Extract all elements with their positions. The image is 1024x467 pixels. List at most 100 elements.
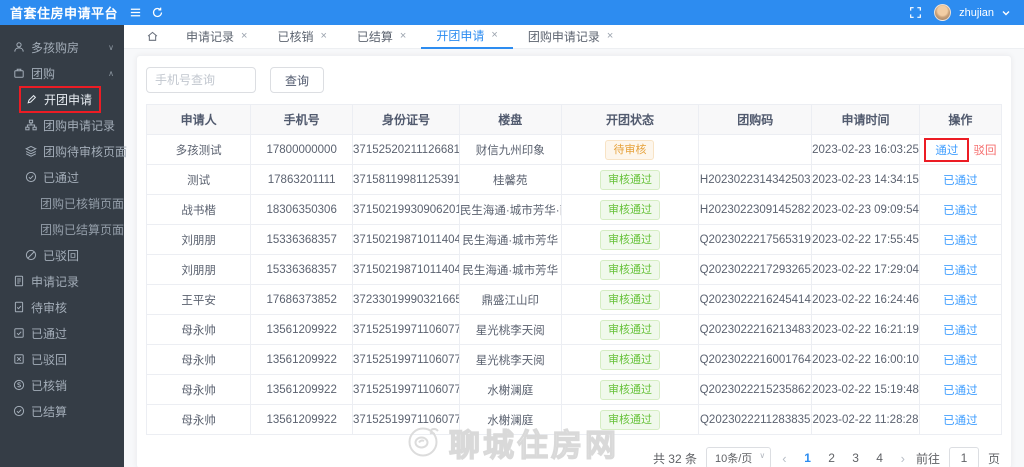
sidebar-item[interactable]: 已结算 (0, 398, 124, 424)
close-icon[interactable]: × (491, 30, 497, 41)
user-name[interactable]: zhujian (959, 7, 994, 19)
chevron-down-icon: ∨ (108, 42, 114, 52)
phone-search-input[interactable] (146, 67, 256, 93)
page-number-2[interactable]: 2 (822, 451, 842, 465)
refresh-icon[interactable] (146, 0, 168, 25)
tab-申请记录[interactable]: 申请记录 × (171, 25, 262, 49)
cell-actions: 已通过 (918, 194, 1003, 225)
table-row: 母永帅 13561209922 371525199711060772 水榭澜庭 审核通过… (145, 374, 1003, 405)
page-jump-input[interactable] (948, 447, 979, 467)
approve-link[interactable]: 已通过 (943, 205, 978, 217)
sidebar-item-wrap: 多孩购房 (13, 39, 79, 56)
sidebar-item[interactable]: 团购已核销页面 (0, 190, 124, 216)
box-icon (13, 67, 25, 79)
cell-status: 待审核 (560, 134, 700, 165)
sidebar-item-label: 已结算 (31, 404, 68, 419)
hamburger-menu-icon[interactable] (124, 0, 146, 25)
fullscreen-icon[interactable] (904, 0, 926, 25)
sidebar-item[interactable]: 已通过 (0, 164, 124, 190)
approve-link[interactable]: 已通过 (943, 295, 978, 307)
page-size-select[interactable]: 10条/页 ∨ (705, 447, 772, 467)
sidebar-item[interactable]: 已核销 (0, 372, 124, 398)
approve-link[interactable]: 已通过 (943, 385, 978, 397)
status-badge: 待审核 (605, 139, 655, 160)
search-button[interactable]: 查询 (270, 67, 325, 93)
sidebar-item[interactable]: 开团申请 (0, 85, 124, 113)
app-header: 首套住房申请平台 zhujian (0, 0, 1024, 25)
chevron-down-icon[interactable] (1002, 4, 1010, 22)
reject-link[interactable]: 驳回 (974, 145, 997, 157)
approve-link[interactable]: 已通过 (943, 175, 978, 187)
sidebar-item-label: 团购已结算页面 (40, 222, 125, 237)
cell-applicant: 王平安 (145, 284, 252, 315)
prev-page-button[interactable]: ‹ (780, 451, 788, 466)
cell-time: 2023-02-22 16:00:10 (811, 344, 920, 375)
sidebar-item[interactable]: 团购 ∧ (0, 60, 124, 86)
status-badge: 审核通过 (599, 379, 660, 400)
sidebar-item[interactable]: 已驳回 (0, 242, 124, 268)
cell-code: Q2023022216001764 (698, 344, 813, 375)
table-row: 王平安 17686373852 372330199903216656 鼎盛江山印 审核通… (145, 284, 1003, 315)
close-icon[interactable]: × (607, 31, 613, 42)
tab-home[interactable] (134, 30, 171, 43)
sidebar-item-wrap: 已通过 (13, 325, 67, 342)
cell-phone: 17863201111 (250, 164, 354, 195)
column-header: 团购码 (698, 104, 813, 135)
tab-已结算[interactable]: 已结算 × (342, 25, 421, 49)
sidebar-item-label: 已通过 (43, 170, 80, 185)
table-row: 多孩测试 17800000000 37152520211126681X 财信九州印象 待… (145, 134, 1003, 165)
sidebar-item-label: 已通过 (31, 326, 68, 341)
sidebar-item[interactable]: 已驳回 (0, 346, 124, 372)
cell-code: H2023022309145282 (698, 194, 813, 225)
cell-time: 2023-02-22 11:28:28 (811, 404, 920, 435)
cell-id_number: 371525199711060772 (352, 374, 460, 405)
cell-building: 鼎盛江山印 (458, 284, 562, 315)
sidebar-item[interactable]: 多孩购房 ∨ (0, 34, 124, 60)
cell-time: 2023-02-22 16:21:19 (811, 314, 920, 345)
sidebar-item[interactable]: 申请记录 (0, 268, 124, 294)
tab-开团申请[interactable]: 开团申请 × (421, 25, 513, 49)
approve-link[interactable]: 通过 (935, 145, 958, 157)
cell-status: 审核通过 (560, 164, 700, 195)
layers-icon (25, 145, 37, 157)
approve-link[interactable]: 已通过 (943, 355, 978, 367)
cell-actions: 已通过 (918, 284, 1003, 315)
sidebar-item-label: 已核销 (31, 378, 68, 393)
cell-phone: 15336368357 (250, 254, 354, 285)
page-number-3[interactable]: 3 (846, 451, 866, 465)
close-icon[interactable]: × (400, 31, 406, 42)
cell-actions: 已通过 (918, 224, 1003, 255)
cell-applicant: 战书楷 (145, 194, 252, 225)
cell-time: 2023-02-22 16:24:46 (811, 284, 920, 315)
approve-link[interactable]: 已通过 (943, 265, 978, 277)
close-icon[interactable]: × (241, 31, 247, 42)
tab-团购申请记录[interactable]: 团购申请记录 × (513, 25, 628, 49)
cell-id_number: 37152520211126681X (352, 134, 460, 165)
page-number-1[interactable]: 1 (798, 451, 818, 465)
close-icon[interactable]: × (320, 31, 326, 42)
sidebar-item[interactable]: 团购申请记录 (0, 112, 124, 138)
cell-building: 星光桃李天阅 (458, 314, 562, 345)
sidebar-item[interactable]: 待审核 (0, 294, 124, 320)
cell-building: 水榭澜庭 (458, 374, 562, 405)
sidebar-item-wrap: 已核销 (13, 377, 67, 394)
pagination: 共 32 条 10条/页 ∨ ‹ 1234 › 前往 页 (146, 435, 1002, 467)
sidebar-item[interactable]: 已通过 (0, 320, 124, 346)
column-header: 身份证号 (352, 104, 460, 135)
sidebar-item[interactable]: 团购待审核页面 (0, 138, 127, 164)
cell-building: 桂馨苑 (458, 164, 562, 195)
sidebar-item-wrap: 待审核 (13, 299, 67, 316)
approve-link[interactable]: 已通过 (943, 415, 978, 427)
table-row: 母永帅 13561209922 371525199711060772 星光桃李天阅 审核… (145, 314, 1003, 345)
sidebar-item-wrap: 团购已结算页面 (40, 221, 124, 238)
next-page-button[interactable]: › (899, 451, 907, 466)
user-avatar[interactable] (934, 4, 952, 21)
sidebar-item[interactable]: 团购已结算页面 (0, 216, 124, 242)
approve-link[interactable]: 已通过 (943, 235, 978, 247)
cell-phone: 13561209922 (250, 344, 354, 375)
page-number-4[interactable]: 4 (870, 451, 890, 465)
cell-building: 星光桃李天阅 (458, 344, 562, 375)
tab-已核销[interactable]: 已核销 × (262, 25, 341, 49)
approve-link[interactable]: 已通过 (943, 325, 978, 337)
cell-actions: 已通过 (918, 374, 1003, 405)
